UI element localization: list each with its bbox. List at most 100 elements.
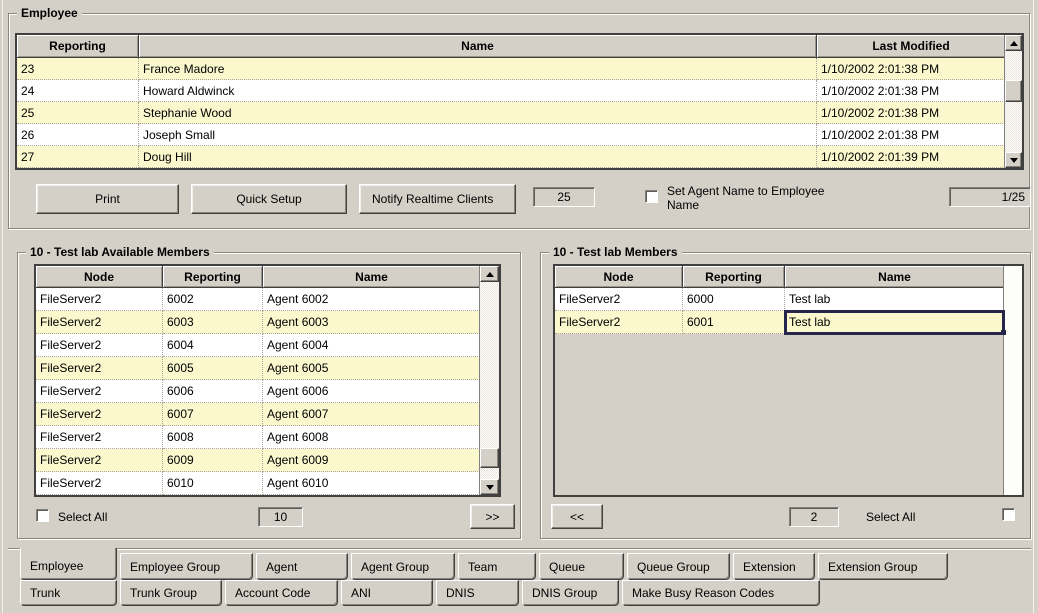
table-cell[interactable]: 6010	[163, 472, 263, 495]
quick-setup-button[interactable]: Quick Setup	[191, 184, 347, 214]
table-cell[interactable]: Stephanie Wood	[139, 102, 817, 124]
table-cell[interactable]: FileServer2	[36, 288, 163, 311]
table-cell[interactable]: Agent 6003	[263, 311, 480, 334]
remove-members-button[interactable]: <<	[551, 504, 603, 529]
table-cell[interactable]: 1/10/2002 2:01:38 PM	[817, 124, 1005, 146]
table-row[interactable]: 23 France Madore 1/10/2002 2:01:38 PM	[17, 58, 1005, 80]
column-header-node[interactable]: Node	[36, 266, 163, 288]
table-cell[interactable]: 6008	[163, 426, 263, 449]
employee-count-field[interactable]: 25	[533, 187, 595, 207]
table-cell[interactable]: Howard Aldwinck	[139, 80, 817, 102]
tab-employee-group[interactable]: Employee Group	[120, 553, 253, 580]
notify-realtime-clients-button[interactable]: Notify Realtime Clients	[359, 184, 516, 214]
table-cell[interactable]: Agent 6010	[263, 472, 480, 495]
table-cell[interactable]: 6007	[163, 403, 263, 426]
tab-trunk[interactable]: Trunk	[20, 580, 117, 606]
tab-extension-group[interactable]: Extension Group	[818, 553, 948, 580]
tab-trunk-group[interactable]: Trunk Group	[120, 580, 222, 606]
table-cell[interactable]: 27	[17, 146, 139, 168]
table-row[interactable]: FileServer2 6005 Agent 6005	[36, 357, 480, 380]
table-row[interactable]: 24 Howard Aldwinck 1/10/2002 2:01:38 PM	[17, 80, 1005, 102]
table-cell[interactable]: France Madore	[139, 58, 817, 80]
table-row[interactable]: FileServer2 6007 Agent 6007	[36, 403, 480, 426]
selected-cell[interactable]: Test lab	[784, 310, 1006, 335]
table-row[interactable]: FileServer2 6009 Agent 6009	[36, 449, 480, 472]
table-cell[interactable]: Agent 6004	[263, 334, 480, 357]
scrollbar-thumb[interactable]	[1005, 80, 1022, 102]
table-cell[interactable]: 6000	[683, 288, 785, 311]
table-cell[interactable]: FileServer2	[36, 472, 163, 495]
table-cell[interactable]: FileServer2	[555, 288, 683, 311]
tab-account-code[interactable]: Account Code	[225, 580, 338, 606]
column-header-reporting[interactable]: Reporting	[163, 266, 263, 288]
table-cell[interactable]: FileServer2	[36, 426, 163, 449]
vertical-scrollbar[interactable]	[1004, 35, 1022, 168]
tab-team[interactable]: Team	[458, 553, 536, 580]
table-cell[interactable]: FileServer2	[36, 311, 163, 334]
table-cell[interactable]: FileServer2	[36, 380, 163, 403]
available-select-all-checkbox[interactable]	[36, 509, 49, 522]
table-cell[interactable]: Agent 6008	[263, 426, 480, 449]
print-button[interactable]: Print	[36, 184, 179, 214]
table-cell[interactable]: Agent 6009	[263, 449, 480, 472]
set-agent-name-checkbox[interactable]	[645, 190, 658, 203]
tab-queue-group[interactable]: Queue Group	[627, 553, 730, 580]
table-cell[interactable]: 6005	[163, 357, 263, 380]
table-cell[interactable]: 6009	[163, 449, 263, 472]
table-row[interactable]: 26 Joseph Small 1/10/2002 2:01:38 PM	[17, 124, 1005, 146]
column-header-name[interactable]: Name	[139, 35, 817, 58]
members-select-all-checkbox[interactable]	[1002, 508, 1015, 521]
column-header-last-modified[interactable]: Last Modified	[817, 35, 1005, 58]
scrollbar-thumb[interactable]	[480, 448, 499, 468]
table-cell[interactable]: Doug Hill	[139, 146, 817, 168]
column-header-name[interactable]: Name	[263, 266, 480, 288]
tab-agent[interactable]: Agent	[256, 553, 348, 580]
tab-ani[interactable]: ANI	[341, 580, 433, 606]
table-row[interactable]: FileServer2 6004 Agent 6004	[36, 334, 480, 357]
table-cell[interactable]: FileServer2	[555, 311, 683, 334]
table-cell[interactable]: 23	[17, 58, 139, 80]
tab-dnis[interactable]: DNIS	[436, 580, 519, 606]
table-cell[interactable]: FileServer2	[36, 357, 163, 380]
table-cell[interactable]: FileServer2	[36, 334, 163, 357]
table-cell[interactable]: 1/10/2002 2:01:39 PM	[817, 146, 1005, 168]
table-cell[interactable]: 1/10/2002 2:01:38 PM	[817, 58, 1005, 80]
table-row[interactable]: FileServer2 6002 Agent 6002	[36, 288, 480, 311]
table-row[interactable]: FileServer2 6000 Test lab	[555, 288, 1004, 311]
scroll-down-button[interactable]	[1005, 152, 1022, 168]
add-members-button[interactable]: >>	[470, 504, 515, 529]
table-cell[interactable]: 1/10/2002 2:01:38 PM	[817, 80, 1005, 102]
tab-employee[interactable]: Employee	[20, 548, 117, 580]
table-row[interactable]: 27 Doug Hill 1/10/2002 2:01:39 PM	[17, 146, 1005, 168]
tab-agent-group[interactable]: Agent Group	[351, 553, 455, 580]
tab-make-busy-reason-codes[interactable]: Make Busy Reason Codes	[622, 580, 820, 606]
table-cell[interactable]: 6002	[163, 288, 263, 311]
table-cell[interactable]: Agent 6007	[263, 403, 480, 426]
page-indicator-field[interactable]: 1/25	[949, 187, 1031, 207]
table-row[interactable]: FileServer2 6006 Agent 6006	[36, 380, 480, 403]
table-row[interactable]: FileServer2 6001 Test lab	[555, 310, 1006, 335]
table-cell[interactable]: Agent 6006	[263, 380, 480, 403]
table-cell[interactable]: Agent 6005	[263, 357, 480, 380]
table-cell[interactable]: Agent 6002	[263, 288, 480, 311]
column-header-reporting[interactable]: Reporting	[17, 35, 139, 58]
table-cell[interactable]: 1/10/2002 2:01:38 PM	[817, 102, 1005, 124]
column-header-node[interactable]: Node	[555, 266, 683, 288]
tab-extension[interactable]: Extension	[733, 553, 815, 580]
table-row[interactable]: 25 Stephanie Wood 1/10/2002 2:01:38 PM	[17, 102, 1005, 124]
table-cell[interactable]: 6006	[163, 380, 263, 403]
tab-queue[interactable]: Queue	[539, 553, 624, 580]
table-cell[interactable]: 25	[17, 102, 139, 124]
scroll-up-button[interactable]	[1005, 35, 1022, 51]
table-cell[interactable]: Joseph Small	[139, 124, 817, 146]
table-cell[interactable]: FileServer2	[36, 449, 163, 472]
table-cell[interactable]: Test lab	[785, 288, 1004, 311]
scroll-up-button[interactable]	[480, 266, 499, 282]
tab-dnis-group[interactable]: DNIS Group	[522, 580, 619, 606]
table-cell[interactable]: 6001	[683, 311, 785, 334]
members-count-field[interactable]: 2	[789, 507, 839, 527]
table-row[interactable]: FileServer2 6008 Agent 6008	[36, 426, 480, 449]
table-cell[interactable]: 24	[17, 80, 139, 102]
table-cell[interactable]: 6004	[163, 334, 263, 357]
table-cell[interactable]: 6003	[163, 311, 263, 334]
